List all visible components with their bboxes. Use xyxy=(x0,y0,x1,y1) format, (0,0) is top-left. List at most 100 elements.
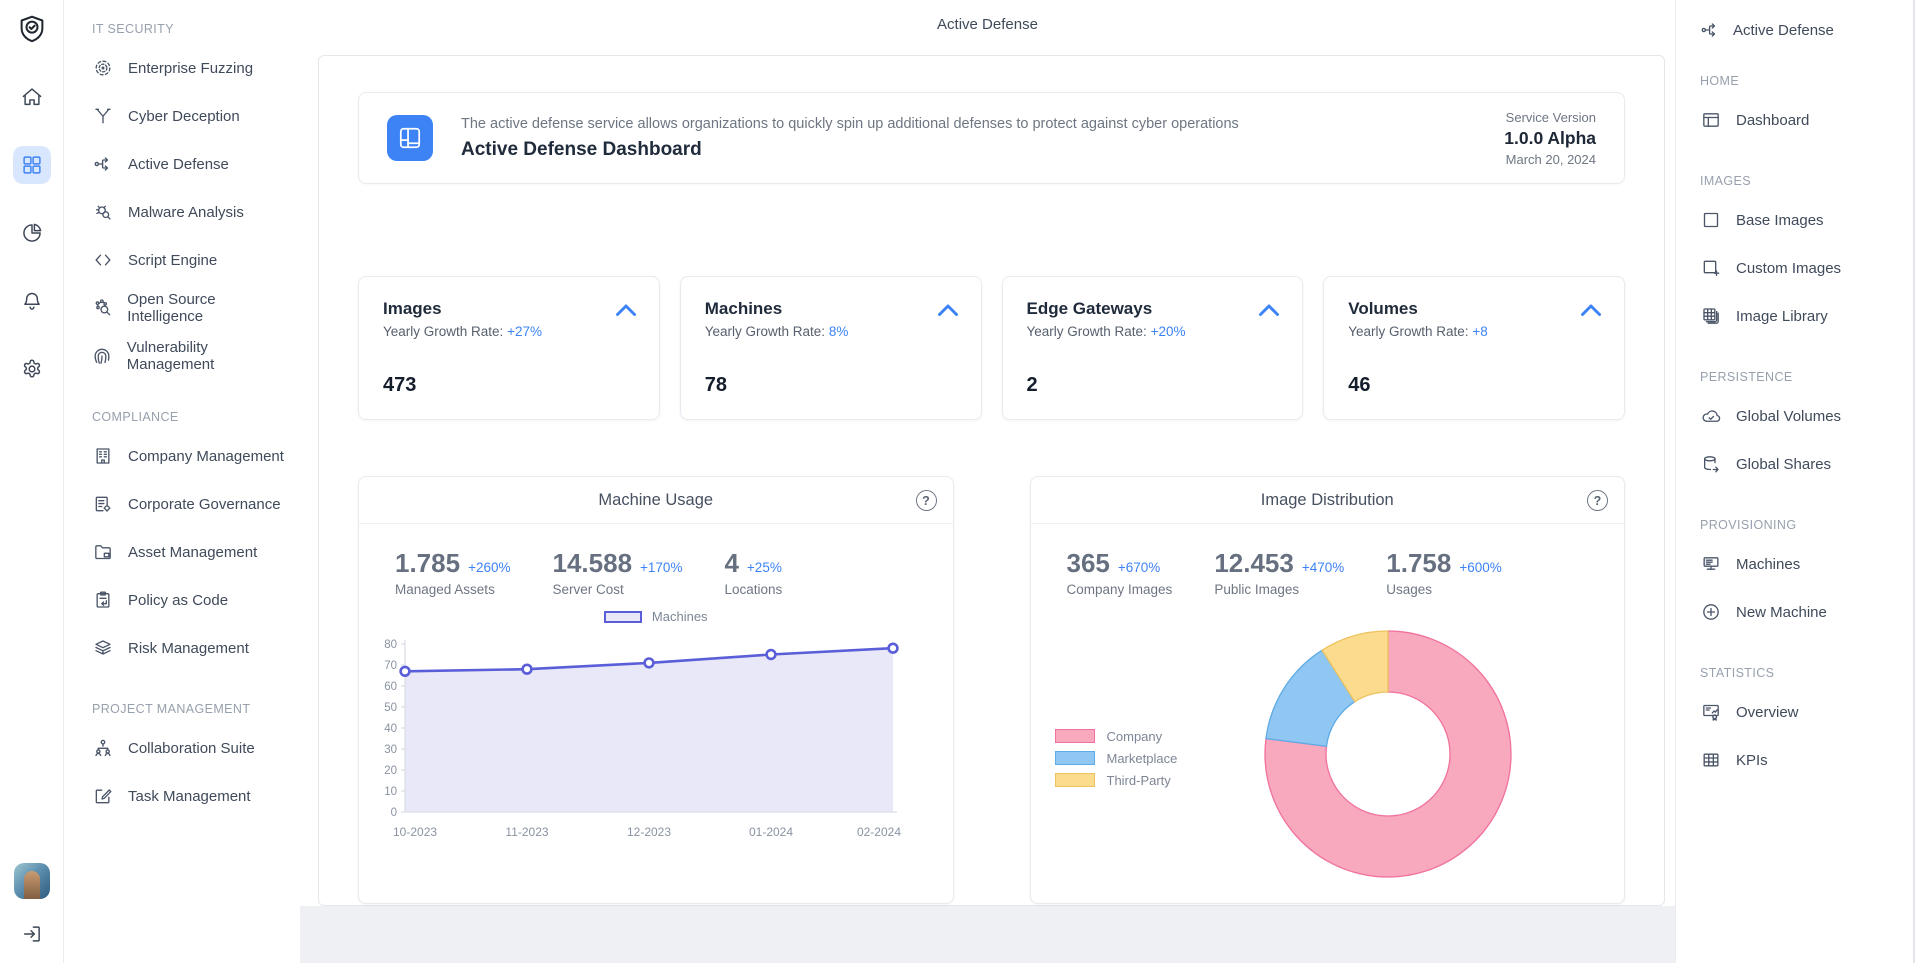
context-item-label: Custom Images xyxy=(1736,260,1841,277)
svg-text:80: 80 xyxy=(384,639,397,651)
legend-item-company: Company xyxy=(1055,725,1178,747)
rail-button-notifications[interactable] xyxy=(13,282,51,320)
svg-text:0: 0 xyxy=(391,807,397,819)
context-item-custom-images[interactable]: Custom Images xyxy=(1700,244,1920,292)
service-version-date: March 20, 2024 xyxy=(1504,152,1596,167)
chart-stat-delta: +670% xyxy=(1118,560,1160,575)
sidebar-item-risk-management[interactable]: Risk Management xyxy=(92,624,290,672)
question-circle-icon[interactable]: ? xyxy=(916,490,937,511)
machine-usage-card: Machine Usage ? 1.785+260%Managed Assets… xyxy=(358,476,954,904)
machines-legend-label: Machines xyxy=(652,609,708,624)
building-icon xyxy=(92,446,114,466)
home-icon xyxy=(21,86,43,108)
context-item-label: New Machine xyxy=(1736,604,1827,621)
rail-button-reports[interactable] xyxy=(13,214,51,252)
svg-text:01-2024: 01-2024 xyxy=(749,825,793,839)
rail-button-apps[interactable] xyxy=(13,146,51,184)
legend-swatch xyxy=(1055,751,1095,765)
chevron-up-icon[interactable] xyxy=(1258,303,1280,322)
document-gear-icon xyxy=(92,494,114,514)
context-sidebar: Active Defense HOMEDashboardIMAGESBase I… xyxy=(1675,0,1920,963)
network-search-icon xyxy=(92,298,113,318)
machine-usage-legend: Machines xyxy=(359,609,953,624)
layers-eye-icon xyxy=(92,638,114,658)
stat-card-images: ImagesYearly Growth Rate: +27%473 xyxy=(358,276,660,420)
sidebar-item-active-defense[interactable]: Active Defense xyxy=(92,140,290,188)
sidebar-item-vulnerability-management[interactable]: Vulnerability Management xyxy=(92,332,290,380)
apps-grid-icon xyxy=(21,154,43,176)
user-avatar[interactable] xyxy=(14,863,50,899)
stat-card-growth-rate: Yearly Growth Rate: +8 xyxy=(1348,324,1600,339)
chart-stat-delta: +25% xyxy=(747,560,782,575)
chart-stat-value: 12.453 xyxy=(1214,548,1294,579)
chevron-up-icon[interactable] xyxy=(615,303,637,322)
scrollbar-track[interactable] xyxy=(1913,0,1915,963)
context-item-dashboard[interactable]: Dashboard xyxy=(1700,96,1920,144)
sidebar-item-label: Active Defense xyxy=(128,156,229,173)
stat-card-title: Edge Gateways xyxy=(1027,299,1279,319)
chart-stat-label: Managed Assets xyxy=(395,582,511,597)
sidebar-item-open-source-intelligence[interactable]: Open Source Intelligence xyxy=(92,284,290,332)
context-item-machines[interactable]: Machines xyxy=(1700,540,1920,588)
sidebar-item-label: Script Engine xyxy=(128,252,217,269)
stat-card-edge-gateways: Edge GatewaysYearly Growth Rate: +20%2 xyxy=(1002,276,1304,420)
sidebar-item-asset-management[interactable]: Asset Management xyxy=(92,528,290,576)
service-banner: The active defense service allows organi… xyxy=(358,92,1625,184)
sidebar-item-task-management[interactable]: Task Management xyxy=(92,772,290,820)
clipboard-arrow-icon xyxy=(92,590,114,610)
browser-window-icon xyxy=(1700,110,1722,130)
context-section-header-persistence: PERSISTENCE xyxy=(1700,364,1920,390)
context-item-image-library[interactable]: Image Library xyxy=(1700,292,1920,340)
donut-legend: CompanyMarketplace Third-Party xyxy=(1055,725,1178,791)
stat-card-value: 46 xyxy=(1348,374,1600,397)
svg-text:10: 10 xyxy=(384,786,397,798)
context-item-overview[interactable]: Overview xyxy=(1700,688,1920,736)
context-item-kpis[interactable]: KPIs xyxy=(1700,736,1920,784)
chart-stat-value: 14.588 xyxy=(553,548,633,579)
legend-label: Third-Party xyxy=(1107,773,1171,788)
icon-rail xyxy=(0,0,64,963)
stat-card-volumes: VolumesYearly Growth Rate: +846 xyxy=(1323,276,1625,420)
fuzzing-target-icon xyxy=(92,58,114,78)
code-icon xyxy=(92,250,114,270)
legend-item-third-party: Third-Party xyxy=(1055,769,1178,791)
context-item-new-machine[interactable]: New Machine xyxy=(1700,588,1920,636)
sidebar-item-script-engine[interactable]: Script Engine xyxy=(92,236,290,284)
sidebar-item-policy-as-code[interactable]: Policy as Code xyxy=(92,576,290,624)
stat-card-value: 2 xyxy=(1027,374,1279,397)
logout-button[interactable] xyxy=(13,915,51,953)
sidebar-item-malware-analysis[interactable]: Malware Analysis xyxy=(92,188,290,236)
bell-icon xyxy=(21,290,43,312)
svg-text:60: 60 xyxy=(384,681,397,693)
sidebar-item-corporate-governance[interactable]: Corporate Governance xyxy=(92,480,290,528)
stat-card-growth-rate: Yearly Growth Rate: +27% xyxy=(383,324,635,339)
stat-card-row: ImagesYearly Growth Rate: +27%473 Machine… xyxy=(358,276,1625,420)
context-item-base-images[interactable]: Base Images xyxy=(1700,196,1920,244)
service-version-label: Service Version xyxy=(1504,110,1596,125)
chevron-up-icon[interactable] xyxy=(1580,303,1602,322)
circle-plus-icon xyxy=(1700,602,1722,622)
sidebar-item-cyber-deception[interactable]: Cyber Deception xyxy=(92,92,290,140)
machine-usage-stats: 1.785+260%Managed Assets14.588+170%Serve… xyxy=(359,524,953,597)
svg-text:70: 70 xyxy=(384,660,397,672)
context-item-global-volumes[interactable]: Global Volumes xyxy=(1700,392,1920,440)
legend-item-marketplace: Marketplace xyxy=(1055,747,1178,769)
chart-stat-usages: 1.758+600%Usages xyxy=(1386,548,1502,597)
context-item-global-shares[interactable]: Global Shares xyxy=(1700,440,1920,488)
rail-button-home[interactable] xyxy=(13,78,51,116)
question-circle-icon[interactable]: ? xyxy=(1587,490,1608,511)
sidebar-item-company-management[interactable]: Company Management xyxy=(92,432,290,480)
rail-button-settings[interactable] xyxy=(13,350,51,388)
sidebar-item-label: Collaboration Suite xyxy=(128,740,255,757)
stat-card-title: Machines xyxy=(705,299,957,319)
sidebar-item-collaboration-suite[interactable]: Collaboration Suite xyxy=(92,724,290,772)
square-plus-icon xyxy=(1700,258,1722,278)
shield-logo-icon xyxy=(17,14,47,44)
stat-card-growth-rate: Yearly Growth Rate: 8% xyxy=(705,324,957,339)
context-item-label: Global Volumes xyxy=(1736,408,1841,425)
chevron-up-icon[interactable] xyxy=(937,303,959,322)
section-header-compliance: COMPLIANCE xyxy=(92,404,290,430)
bug-search-icon xyxy=(92,202,114,222)
dashboard-layout-icon xyxy=(387,115,433,161)
sidebar-item-enterprise-fuzzing[interactable]: Enterprise Fuzzing xyxy=(92,44,290,92)
